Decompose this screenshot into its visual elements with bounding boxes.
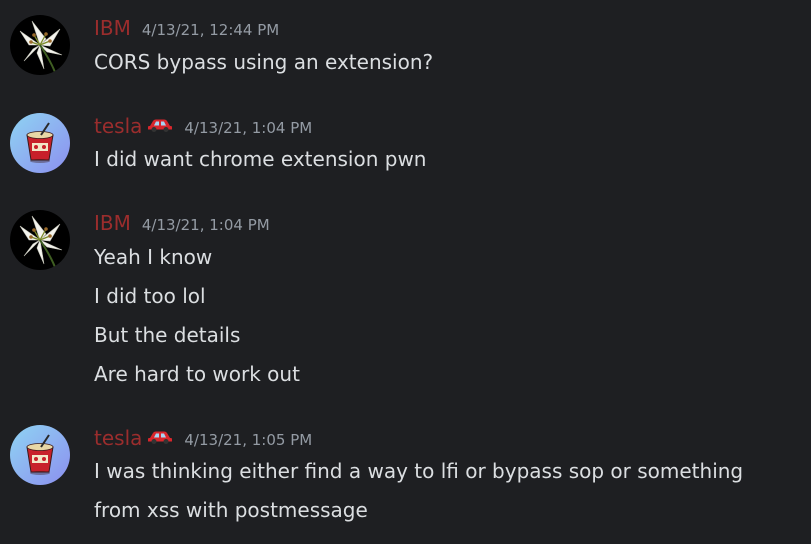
message-text: I did want chrome extension pwn (94, 147, 427, 171)
lily-flower-icon (10, 210, 70, 270)
message-text: CORS bypass using an extension? (94, 50, 434, 74)
avatar-tesla[interactable] (10, 425, 70, 485)
message-header: IBM 4/13/21, 12:44 PM (94, 16, 279, 40)
username[interactable]: IBM (94, 16, 131, 40)
message-text: Are hard to work out (94, 362, 300, 386)
timestamp[interactable]: 4/13/21, 1:04 PM (184, 119, 312, 137)
message-header: tesla 4/13/21, 1:04 PM (94, 114, 312, 138)
red-car-icon (147, 429, 173, 449)
red-car-icon (147, 117, 173, 137)
message-text: from xss with postmessage (94, 498, 368, 522)
timestamp[interactable]: 4/13/21, 12:44 PM (142, 21, 279, 39)
avatar-ibm[interactable] (10, 15, 70, 75)
message-text: But the details (94, 323, 241, 347)
message-header: tesla 4/13/21, 1:05 PM (94, 426, 312, 450)
username[interactable]: tesla (94, 114, 142, 138)
timestamp[interactable]: 4/13/21, 1:04 PM (142, 216, 270, 234)
avatar-ibm[interactable] (10, 210, 70, 270)
message-text: I did too lol (94, 284, 206, 308)
message-text: Yeah I know (94, 245, 213, 269)
lily-flower-icon (10, 15, 70, 75)
popcorn-bucket-icon (10, 113, 70, 173)
username[interactable]: tesla (94, 426, 142, 450)
message-header: IBM 4/13/21, 1:04 PM (94, 211, 270, 235)
message-text: I was thinking either find a way to lfi … (94, 459, 744, 483)
username[interactable]: IBM (94, 211, 131, 235)
popcorn-bucket-icon (10, 425, 70, 485)
avatar-tesla[interactable] (10, 113, 70, 173)
timestamp[interactable]: 4/13/21, 1:05 PM (184, 431, 312, 449)
